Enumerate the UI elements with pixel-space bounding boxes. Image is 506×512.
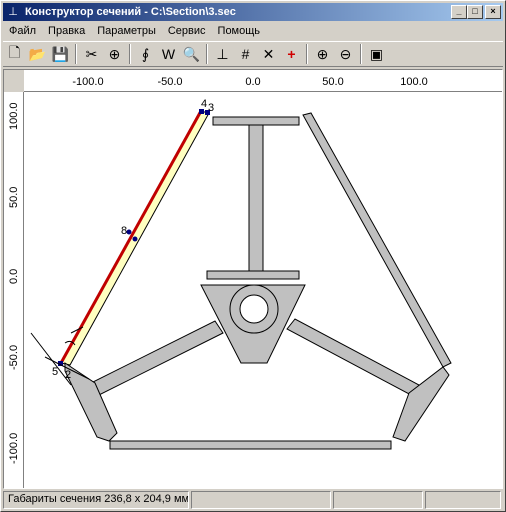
toolbar-separator bbox=[360, 44, 362, 64]
h-ruler-label: -100.0 bbox=[72, 76, 104, 88]
cut-button[interactable]: ✂ bbox=[80, 43, 103, 65]
h-ruler-label: 50.0 bbox=[322, 76, 344, 88]
snap-icon: ✕ bbox=[262, 45, 275, 62]
hub-hole bbox=[239, 294, 269, 324]
toolbar: 🗋 📂 💾 ✂ ⊕ ∮ W 🔍 ⊥ # ✕ + ⊕ ⊖ ▣ bbox=[3, 41, 503, 67]
point-label-5: 5 bbox=[52, 366, 58, 378]
integral-button[interactable]: ∮ bbox=[134, 43, 157, 65]
maximize-button[interactable]: □ bbox=[467, 5, 483, 19]
left-arm-plate[interactable] bbox=[86, 320, 224, 398]
close-button[interactable]: × bbox=[485, 5, 501, 19]
new-file-button[interactable]: 🗋 bbox=[3, 43, 26, 65]
v-ruler-label: 100.0 bbox=[8, 102, 20, 130]
web-plate[interactable] bbox=[248, 124, 264, 272]
zoom-out-button[interactable]: ⊖ bbox=[334, 43, 357, 65]
horizontal-ruler: -100.0 -50.0 0.0 50.0 100.0 bbox=[24, 70, 502, 92]
snap-button[interactable]: ✕ bbox=[257, 43, 280, 65]
h-ruler-label: 100.0 bbox=[400, 76, 428, 88]
vertical-ruler: 100.0 50.0 0.0 -50.0 -100.0 bbox=[4, 92, 24, 488]
axes-icon: ⊥ bbox=[216, 45, 229, 62]
point-label-2: 2 bbox=[65, 369, 71, 381]
point-marker[interactable] bbox=[126, 229, 132, 235]
point-label-4: 4 bbox=[201, 98, 207, 110]
cut-icon: ✂ bbox=[85, 45, 98, 62]
center-target-icon: ⊕ bbox=[108, 45, 121, 62]
new-file-icon: 🗋 bbox=[8, 44, 21, 60]
section-plates bbox=[60, 110, 452, 450]
status-bar: Габариты сечения 236,8 x 204,9 мм bbox=[3, 491, 503, 509]
point-label-3: 3 bbox=[208, 102, 214, 114]
bottom-plate[interactable] bbox=[109, 440, 392, 450]
window-controls: _ □ × bbox=[451, 5, 501, 19]
menu-edit[interactable]: Правка bbox=[42, 22, 91, 40]
menu-file[interactable]: Файл bbox=[3, 22, 42, 40]
add-point-button[interactable]: + bbox=[280, 43, 303, 65]
grid-button[interactable]: # bbox=[234, 43, 257, 65]
ruler-corner bbox=[4, 70, 24, 92]
open-file-button[interactable]: 📂 bbox=[26, 43, 49, 65]
integral-icon: ∮ bbox=[141, 45, 150, 62]
v-ruler-label: -50.0 bbox=[8, 344, 20, 370]
save-icon: 💾 bbox=[51, 45, 70, 62]
toolbar-separator bbox=[206, 44, 208, 64]
preview-button[interactable]: 🔍 bbox=[180, 43, 203, 65]
w-char-button[interactable]: W bbox=[157, 43, 180, 65]
menu-bar: Файл Правка Параметры Сервис Помощь bbox=[3, 22, 266, 40]
h-ruler-label: 0.0 bbox=[245, 76, 261, 88]
status-cell-4 bbox=[425, 491, 501, 509]
right-outer-plate[interactable] bbox=[302, 112, 452, 368]
v-ruler-label: -100.0 bbox=[8, 432, 20, 464]
right-arm-plate[interactable] bbox=[286, 318, 420, 396]
center-target-button[interactable]: ⊕ bbox=[103, 43, 126, 65]
main-window: ⊥ Конструктор сечений - C:\Section\3.sec… bbox=[0, 0, 506, 512]
section-drawing[interactable]: 4 3 8 5 2 bbox=[25, 93, 502, 488]
mid-flange-plate[interactable] bbox=[206, 270, 300, 280]
menu-help[interactable]: Помощь bbox=[212, 22, 267, 40]
v-ruler-label: 50.0 bbox=[8, 186, 20, 208]
zoom-in-icon: ⊕ bbox=[316, 45, 329, 62]
top-flange-plate[interactable] bbox=[212, 116, 300, 126]
zoom-in-button[interactable]: ⊕ bbox=[311, 43, 334, 65]
preview-icon: 🔍 bbox=[182, 45, 201, 62]
calc-icon: ▣ bbox=[369, 45, 384, 62]
zoom-out-icon: ⊖ bbox=[339, 45, 352, 62]
point-marker[interactable] bbox=[132, 236, 138, 242]
menu-service[interactable]: Сервис bbox=[162, 22, 212, 40]
v-ruler-label: 0.0 bbox=[8, 268, 20, 284]
menu-parameters[interactable]: Параметры bbox=[91, 22, 162, 40]
save-button[interactable]: 💾 bbox=[49, 43, 72, 65]
status-dimensions: Габариты сечения 236,8 x 204,9 мм bbox=[3, 491, 189, 509]
axes-button[interactable]: ⊥ bbox=[211, 43, 234, 65]
grid-icon: # bbox=[241, 46, 250, 62]
h-ruler-label: -50.0 bbox=[157, 76, 183, 88]
drawing-area[interactable]: -100.0 -50.0 0.0 50.0 100.0 100.0 50.0 0… bbox=[3, 69, 503, 489]
calc-button[interactable]: ▣ bbox=[365, 43, 388, 65]
w-char-icon: W bbox=[161, 46, 176, 62]
selected-edge[interactable] bbox=[59, 110, 203, 364]
status-cell-3 bbox=[333, 491, 423, 509]
toolbar-separator bbox=[129, 44, 131, 64]
point-label-8: 8 bbox=[121, 225, 127, 237]
status-cell-2 bbox=[191, 491, 331, 509]
title-bar[interactable]: ⊥ Конструктор сечений - C:\Section\3.sec… bbox=[3, 3, 503, 21]
window-title: Конструктор сечений - C:\Section\3.sec bbox=[25, 6, 236, 18]
add-point-icon: + bbox=[287, 46, 296, 62]
toolbar-separator bbox=[75, 44, 77, 64]
toolbar-separator bbox=[306, 44, 308, 64]
app-icon[interactable]: ⊥ bbox=[5, 4, 21, 20]
minimize-button[interactable]: _ bbox=[451, 5, 467, 19]
open-file-icon: 📂 bbox=[28, 45, 47, 62]
